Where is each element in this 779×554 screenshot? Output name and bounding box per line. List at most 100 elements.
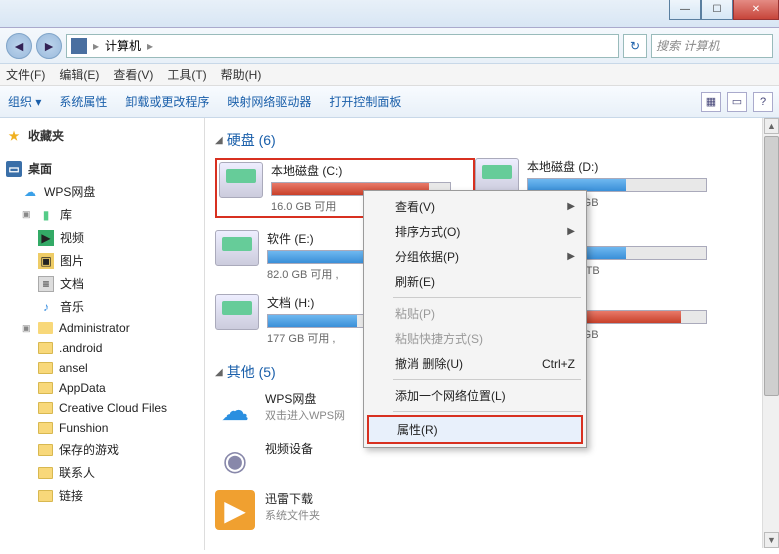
folder-android[interactable]: .android (4, 338, 200, 358)
breadcrumb-sep-icon: ▸ (147, 39, 153, 53)
submenu-arrow-icon: ▶ (567, 201, 575, 212)
music-library[interactable]: ♪音乐 (4, 295, 200, 318)
folder-creative-cloud[interactable]: Creative Cloud Files (4, 398, 200, 418)
ctx-properties[interactable]: 属性(R) (367, 415, 583, 444)
address-bar[interactable]: ▸ 计算机 ▸ (66, 34, 619, 58)
desktop-node[interactable]: ▭桌面 (4, 157, 200, 180)
folder-icon (38, 444, 53, 456)
expander-icon[interactable]: ▣ (22, 209, 32, 220)
group-hard-drives[interactable]: ◢硬盘 (6) (215, 130, 769, 150)
ctx-refresh[interactable]: 刷新(E) (367, 269, 583, 294)
drive-icon (215, 230, 259, 266)
ctx-add-network-location[interactable]: 添加一个网络位置(L) (367, 383, 583, 408)
maximize-button[interactable]: ☐ (701, 0, 733, 20)
ctx-undo-delete[interactable]: 撤消 删除(U)Ctrl+Z (367, 351, 583, 376)
user-folder-node[interactable]: ▣Administrator (4, 318, 200, 338)
menu-help[interactable]: 帮助(H) (221, 66, 262, 83)
ctx-paste-shortcut: 粘贴快捷方式(S) (367, 326, 583, 351)
folder-icon (38, 402, 53, 414)
scroll-down-button[interactable]: ▼ (764, 532, 779, 548)
system-properties-button[interactable]: 系统属性 (59, 93, 107, 110)
favorites-node[interactable]: ★收藏夹 (4, 124, 200, 147)
ctx-group[interactable]: 分组依据(P)▶ (367, 244, 583, 269)
close-button[interactable]: ✕ (733, 0, 779, 20)
pictures-library[interactable]: ▣图片 (4, 249, 200, 272)
drive-icon (219, 162, 263, 198)
separator (393, 297, 581, 298)
forward-button[interactable]: ► (36, 33, 62, 59)
videos-library[interactable]: ▶视频 (4, 226, 200, 249)
vertical-scrollbar[interactable]: ▲ ▼ (762, 118, 779, 548)
folder-appdata[interactable]: AppData (4, 378, 200, 398)
user-icon (38, 322, 53, 334)
item-label: 迅雷下载 (265, 490, 320, 507)
collapse-icon[interactable]: ◢ (215, 135, 223, 146)
scroll-thumb[interactable] (764, 136, 779, 396)
refresh-button[interactable]: ↻ (623, 34, 647, 58)
folder-icon (38, 490, 53, 502)
help-button[interactable]: ? (753, 92, 773, 112)
separator (393, 411, 581, 412)
folder-funshion[interactable]: Funshion (4, 418, 200, 438)
organize-button[interactable]: 组织 ▾ (8, 93, 41, 110)
shortcut-hint: Ctrl+Z (542, 357, 575, 371)
search-placeholder: 搜索 计算机 (656, 37, 719, 54)
music-icon: ♪ (38, 299, 54, 315)
camera-icon: ◉ (215, 440, 255, 480)
libraries-node[interactable]: ▣▮库 (4, 203, 200, 226)
picture-icon: ▣ (38, 253, 54, 269)
open-control-panel-button[interactable]: 打开控制面板 (329, 93, 401, 110)
desktop-icon: ▭ (6, 161, 22, 177)
library-icon: ▮ (38, 207, 54, 223)
item-label: WPS网盘 (265, 390, 345, 407)
folder-links[interactable]: 链接 (4, 484, 200, 507)
expander-icon[interactable]: ▣ (22, 323, 32, 334)
preview-pane-button[interactable]: ▭ (727, 92, 747, 112)
submenu-arrow-icon: ▶ (567, 226, 575, 237)
view-mode-button[interactable]: ▦ (701, 92, 721, 112)
menu-bar: 文件(F) 编辑(E) 查看(V) 工具(T) 帮助(H) (0, 64, 779, 86)
ctx-paste: 粘贴(P) (367, 301, 583, 326)
ctx-sort[interactable]: 排序方式(O)▶ (367, 219, 583, 244)
wps-cloud-node[interactable]: ☁WPS网盘 (4, 180, 200, 203)
menu-tools[interactable]: 工具(T) (167, 66, 206, 83)
xunlei-icon: ▶ (215, 490, 255, 530)
minimize-button[interactable]: — (669, 0, 701, 20)
drive-icon (475, 158, 519, 194)
window-titlebar: — ☐ ✕ (0, 0, 779, 28)
folder-icon (38, 422, 53, 434)
drive-label: 本地磁盘 (C:) (271, 162, 471, 179)
folder-saved-games[interactable]: 保存的游戏 (4, 438, 200, 461)
folder-icon (38, 362, 53, 374)
separator (393, 379, 581, 380)
document-icon: ≡ (38, 276, 54, 292)
menu-edit[interactable]: 编辑(E) (59, 66, 99, 83)
cloud-icon: ☁ (215, 390, 255, 430)
map-network-drive-button[interactable]: 映射网络驱动器 (227, 93, 311, 110)
menu-view[interactable]: 查看(V) (113, 66, 153, 83)
documents-library[interactable]: ≡文档 (4, 272, 200, 295)
folder-icon (38, 382, 53, 394)
ctx-view[interactable]: 查看(V)▶ (367, 194, 583, 219)
folder-contacts[interactable]: 联系人 (4, 461, 200, 484)
nav-row: ◄ ► ▸ 计算机 ▸ ↻ 搜索 计算机 (0, 28, 779, 64)
breadcrumb-computer[interactable]: 计算机 (105, 37, 141, 54)
drive-icon (215, 294, 259, 330)
scroll-up-button[interactable]: ▲ (764, 118, 779, 134)
context-menu: 查看(V)▶ 排序方式(O)▶ 分组依据(P)▶ 刷新(E) 粘贴(P) 粘贴快… (363, 190, 587, 448)
menu-file[interactable]: 文件(F) (6, 66, 45, 83)
computer-icon (71, 38, 87, 54)
submenu-arrow-icon: ▶ (567, 251, 575, 262)
folder-ansel[interactable]: ansel (4, 358, 200, 378)
navigation-pane: ★收藏夹 ▭桌面 ☁WPS网盘 ▣▮库 ▶视频 ▣图片 ≡文档 ♪音乐 ▣Adm… (0, 118, 205, 550)
collapse-icon[interactable]: ◢ (215, 367, 223, 378)
folder-icon (38, 467, 53, 479)
cloud-icon: ☁ (22, 184, 38, 200)
drive-label: 本地磁盘 (D:) (527, 158, 735, 175)
item-subtext: 系统文件夹 (265, 507, 320, 523)
uninstall-programs-button[interactable]: 卸载或更改程序 (125, 93, 209, 110)
other-xunlei[interactable]: ▶ 迅雷下载系统文件夹 (215, 490, 475, 530)
search-input[interactable]: 搜索 计算机 (651, 34, 773, 58)
item-label: 视频设备 (265, 440, 313, 457)
back-button[interactable]: ◄ (6, 33, 32, 59)
